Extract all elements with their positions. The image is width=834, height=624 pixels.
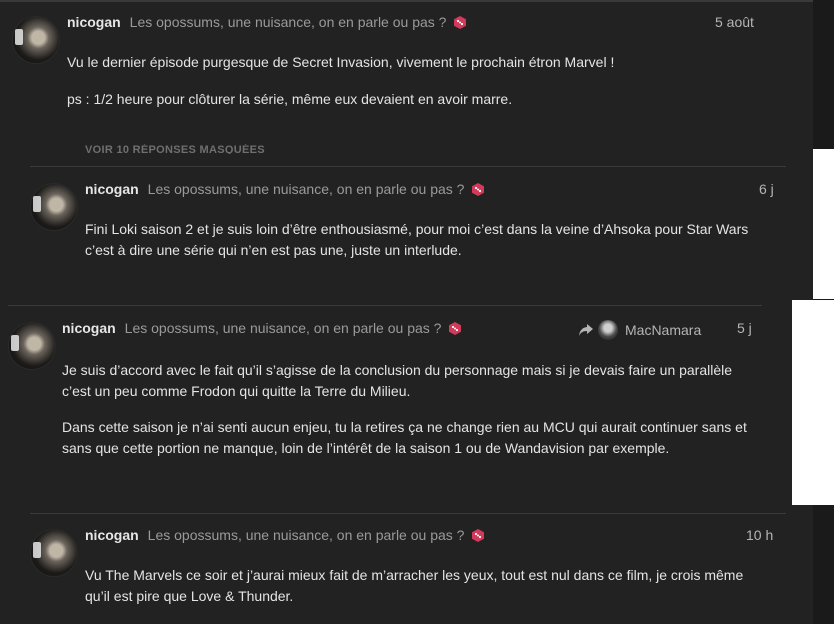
right-overflow-strip-1 [813,149,834,299]
reply-arrow-icon [579,324,593,336]
post-paragraph: Dans cette saison je n’ai senti aucun en… [62,419,747,456]
post-paragraph: Vu le dernier épisode purgesque de Secre… [67,54,615,70]
post-meta: nicogan Les opossums, une nuisance, on e… [85,181,485,197]
dice-icon [454,15,467,29]
post-date[interactable]: 5 j [737,320,752,336]
topic-link[interactable]: Les opossums, une nuisance, on en parle … [148,181,465,197]
avatar-icon[interactable] [12,16,60,64]
post-paragraph: ps : 1/2 heure pour clôturer la série, m… [67,91,513,107]
post-date[interactable]: 6 j [759,181,774,197]
post-4: nicogan Les opossums, une nuisance, on e… [0,514,813,624]
username[interactable]: nicogan [62,320,116,336]
topic-link[interactable]: Les opossums, une nuisance, on en parle … [148,527,465,543]
username[interactable]: nicogan [85,527,139,543]
reply-to-username[interactable]: MacNamara [625,322,701,338]
username[interactable]: nicogan [85,181,139,197]
username[interactable]: nicogan [67,14,121,30]
post-2: nicogan Les opossums, une nuisance, on e… [0,167,813,304]
dice-icon [472,528,485,542]
post-1: nicogan Les opossums, une nuisance, on e… [0,0,813,154]
topic-link[interactable]: Les opossums, une nuisance, on en parle … [130,14,447,30]
post-meta: nicogan Les opossums, une nuisance, on e… [62,320,462,336]
hidden-replies-button[interactable]: VOIR 10 RÉPONSES MASQUÉES [85,144,265,154]
avatar-icon [598,320,618,340]
avatar-icon[interactable] [30,183,78,231]
dice-icon [449,321,462,335]
dice-icon [472,182,485,196]
avatar-icon[interactable] [8,322,56,370]
post-3: nicogan Les opossums, une nuisance, on e… [0,306,813,512]
post-meta: nicogan Les opossums, une nuisance, on e… [85,527,485,543]
post-date[interactable]: 5 août [715,14,754,30]
post-paragraph: Je suis d’accord avec le fait qu’il s’ag… [62,362,733,399]
post-paragraph: Fini Loki saison 2 et je suis loin d’êtr… [85,221,749,258]
post-date[interactable]: 10 h [746,527,773,543]
post-paragraph: Vu The Marvels ce soir et j’aurai mieux … [85,567,744,604]
reply-to-link[interactable]: MacNamara [578,320,701,340]
post-meta: nicogan Les opossums, une nuisance, on e… [67,14,467,30]
topic-link[interactable]: Les opossums, une nuisance, on en parle … [125,320,442,336]
avatar-icon[interactable] [30,529,78,577]
